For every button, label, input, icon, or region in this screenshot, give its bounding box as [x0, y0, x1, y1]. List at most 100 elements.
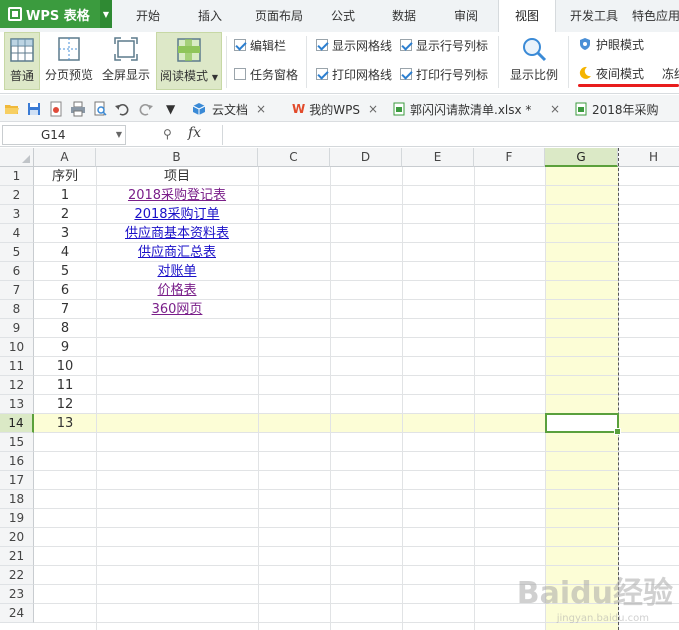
cell-hyperlink[interactable]: 供应商汇总表 — [96, 243, 258, 262]
zoom-button[interactable]: 显示比例 — [504, 32, 564, 90]
export-pdf-icon[interactable] — [48, 101, 64, 117]
name-box-dropdown-icon[interactable]: ▼ — [116, 126, 122, 144]
active-cell-g14[interactable] — [545, 413, 621, 435]
tab-developer[interactable]: 开发工具 — [560, 0, 628, 32]
tab-insert[interactable]: 插入 — [180, 0, 240, 32]
row-header[interactable]: 10 — [0, 338, 34, 357]
row-header[interactable]: 24 — [0, 604, 34, 623]
row-header[interactable]: 2 — [0, 186, 34, 205]
night-mode-button[interactable]: 夜间模式 — [578, 64, 644, 82]
row-header[interactable]: 7 — [0, 281, 34, 300]
cell-hyperlink[interactable]: 2018采购订单 — [96, 205, 258, 224]
row-header[interactable]: 16 — [0, 452, 34, 471]
row-header[interactable]: 3 — [0, 205, 34, 224]
reading-mode-button[interactable]: 阅读模式 ▼ — [156, 32, 222, 90]
row-header[interactable]: 13 — [0, 395, 34, 414]
row-header[interactable]: 23 — [0, 585, 34, 604]
cell-header-item[interactable]: 项目 — [96, 167, 258, 186]
open-folder-icon[interactable] — [4, 101, 20, 117]
tab-home[interactable]: 开始 — [120, 0, 176, 32]
column-header-d[interactable]: D — [330, 148, 402, 167]
row-header[interactable]: 12 — [0, 376, 34, 395]
eye-protection-button[interactable]: 护眼模式 — [578, 35, 644, 53]
freeze-panes-button[interactable]: 冻结 — [662, 64, 679, 82]
cell-sequence[interactable]: 13 — [34, 414, 96, 433]
print-headers-checkbox[interactable]: 打印行号列标 — [400, 65, 488, 83]
column-header-h[interactable]: H — [618, 148, 679, 167]
cell-hyperlink[interactable]: 供应商基本资料表 — [96, 224, 258, 243]
doc-tab-file2[interactable]: 2018年采购 — [574, 98, 659, 120]
cell-hyperlink[interactable]: 价格表 — [96, 281, 258, 300]
row-header[interactable]: 4 — [0, 224, 34, 243]
formula-bar-checkbox[interactable]: 编辑栏 — [234, 36, 286, 54]
column-header-e[interactable]: E — [402, 148, 474, 167]
tab-special[interactable]: 特色应用 — [632, 0, 679, 32]
redo-icon[interactable] — [138, 101, 154, 117]
row-header[interactable]: 22 — [0, 566, 34, 585]
show-headers-checkbox[interactable]: 显示行号列标 — [400, 36, 488, 54]
column-header-g[interactable]: G — [545, 148, 618, 167]
cell-header-sequence[interactable]: 序列 — [34, 167, 96, 186]
save-icon[interactable] — [26, 101, 42, 117]
cell-hyperlink[interactable]: 对账单 — [96, 262, 258, 281]
row-header[interactable]: 20 — [0, 528, 34, 547]
row-header[interactable]: 6 — [0, 262, 34, 281]
cell-sequence[interactable]: 9 — [34, 338, 96, 357]
name-box[interactable]: G14 ▼ — [2, 125, 126, 145]
row-header[interactable]: 21 — [0, 547, 34, 566]
select-all-corner[interactable] — [0, 148, 34, 167]
row-header[interactable]: 17 — [0, 471, 34, 490]
close-icon[interactable]: × — [256, 102, 266, 116]
row-header[interactable]: 11 — [0, 357, 34, 376]
column-header-c[interactable]: C — [258, 148, 330, 167]
doc-tab-file1-close[interactable]: × — [542, 98, 560, 120]
cell-sequence[interactable]: 12 — [34, 395, 96, 414]
row-header[interactable]: 9 — [0, 319, 34, 338]
reading-mode-dropdown-icon[interactable]: ▼ — [212, 73, 218, 82]
cell-sequence[interactable]: 8 — [34, 319, 96, 338]
app-menu-button[interactable]: WPS 表格 — [0, 0, 100, 28]
column-header-a[interactable]: A — [34, 148, 96, 167]
print-preview-icon[interactable] — [92, 101, 108, 117]
row-header[interactable]: 14 — [0, 414, 34, 433]
spreadsheet-grid[interactable]: A B C D E F G H 1 2 3 4 5 6 7 8 9 10 11 12 13 14 15 16 1… — [0, 148, 679, 630]
column-header-f[interactable]: F — [474, 148, 545, 167]
cell-sequence[interactable]: 1 — [34, 186, 96, 205]
print-gridlines-checkbox[interactable]: 打印网格线 — [316, 65, 392, 83]
full-screen-button[interactable]: 全屏显示 — [98, 32, 154, 90]
tab-page-layout[interactable]: 页面布局 — [244, 0, 314, 32]
cell-hyperlink[interactable]: 2018采购登记表 — [96, 186, 258, 205]
zoom-formula-icon[interactable]: ⚲ — [163, 127, 172, 141]
cell-sequence[interactable]: 3 — [34, 224, 96, 243]
row-header[interactable]: 5 — [0, 243, 34, 262]
tab-formulas[interactable]: 公式 — [318, 0, 368, 32]
cell-sequence[interactable]: 6 — [34, 281, 96, 300]
column-header-b[interactable]: B — [96, 148, 258, 167]
cell-sequence[interactable]: 10 — [34, 357, 96, 376]
row-header[interactable]: 8 — [0, 300, 34, 319]
cell-sequence[interactable]: 2 — [34, 205, 96, 224]
doc-tab-cloud[interactable]: 云文档 × — [192, 98, 266, 120]
customize-quick-access-icon[interactable]: ▼ — [166, 98, 175, 120]
cell-sequence[interactable]: 5 — [34, 262, 96, 281]
row-header[interactable]: 15 — [0, 433, 34, 452]
show-gridlines-checkbox[interactable]: 显示网格线 — [316, 36, 392, 54]
normal-view-button[interactable]: 普通 — [4, 32, 40, 90]
app-dropdown-icon[interactable]: ▼ — [100, 0, 112, 28]
cell-sequence[interactable]: 4 — [34, 243, 96, 262]
row-header[interactable]: 1 — [0, 167, 34, 186]
close-icon[interactable]: × — [550, 102, 560, 116]
close-icon[interactable]: × — [368, 102, 378, 116]
page-break-preview-button[interactable]: 分页预览 — [42, 32, 96, 90]
cell-sequence[interactable]: 11 — [34, 376, 96, 395]
print-icon[interactable] — [70, 101, 86, 117]
tab-review[interactable]: 审阅 — [438, 0, 494, 32]
row-header[interactable]: 18 — [0, 490, 34, 509]
formula-input[interactable] — [222, 125, 677, 145]
tab-view[interactable]: 视图 — [498, 0, 556, 32]
row-header[interactable]: 19 — [0, 509, 34, 528]
insert-function-icon[interactable]: fx — [188, 125, 201, 141]
cell-sequence[interactable]: 7 — [34, 300, 96, 319]
doc-tab-file1[interactable]: 郭闪闪请款清单.xlsx * — [392, 98, 531, 120]
doc-tab-mywps[interactable]: W 我的WPS × — [292, 98, 378, 120]
